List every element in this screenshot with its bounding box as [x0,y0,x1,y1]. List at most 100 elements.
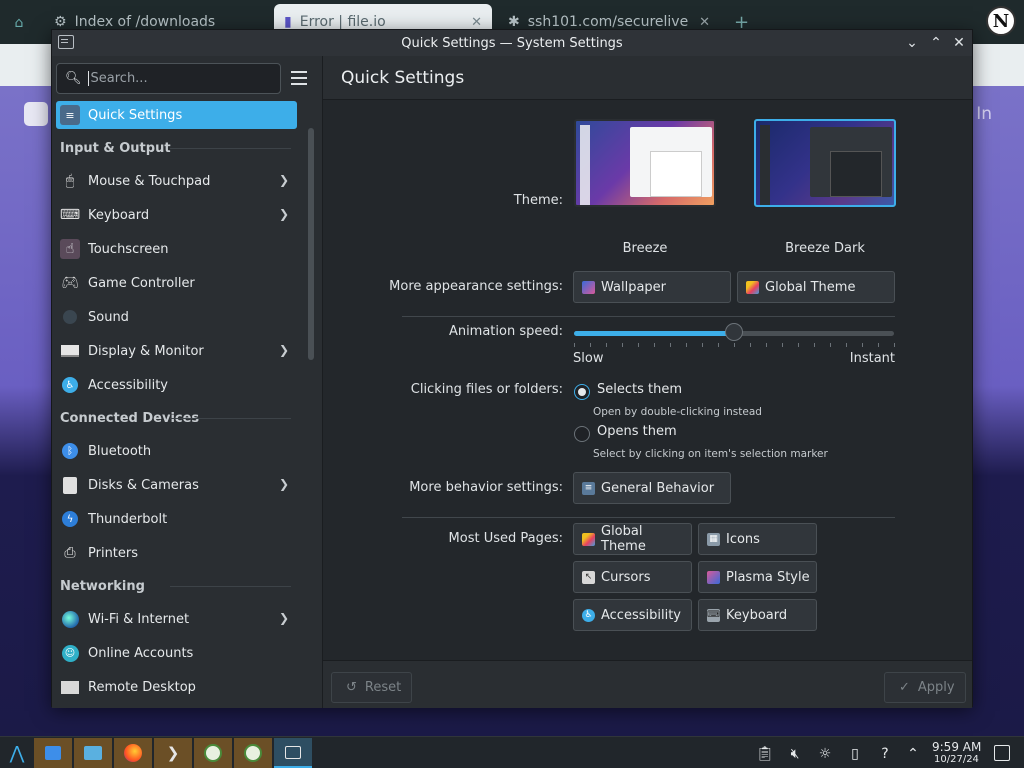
disk-icon [60,475,80,495]
wallpaper-button[interactable]: Wallpaper [573,271,731,303]
animation-speed-label: Animation speed: [448,324,563,339]
section-header-connected-devices: Connected Devices [56,402,297,434]
most-used-global-theme-button[interactable]: Global Theme [573,523,692,555]
maximize-icon[interactable]: ⌃ [926,33,946,53]
search-field[interactable]: 🔍︎ [56,63,281,94]
clock-time[interactable]: 9:59 AM [932,740,981,754]
system-settings-window: Quick Settings — System Settings ⌄ ⌃ ✕ 🔍… [51,29,973,708]
sidebar-item-accessibility[interactable]: ♿︎ Accessibility [56,368,297,402]
clicking-files-label: Clicking files or folders: [410,382,563,397]
sidebar-item-wifi-internet[interactable]: Wi-Fi & Internet ❯ [56,602,297,636]
globe-icon [60,609,80,629]
clock-date[interactable]: 10/27/24 [934,754,979,765]
slider-handle[interactable] [725,323,743,341]
sidebar-item-quick-settings[interactable]: ≡ Quick Settings [56,101,297,129]
globe-icon: ⚙ [54,14,67,30]
search-input[interactable] [87,71,268,86]
hamburger-menu-icon[interactable] [290,69,308,87]
radio-selects-them[interactable] [574,384,590,400]
volume-muted-icon[interactable]: 🔇︎ [786,745,804,763]
close-window-icon[interactable]: ✕ [949,33,969,53]
radio-label-opens-them[interactable]: Opens them [597,424,677,439]
help-icon[interactable]: ? [876,745,894,763]
global-theme-icon [746,280,759,294]
button-label: Global Theme [601,524,646,554]
slider-tick [606,343,607,347]
most-used-plasma-style-button[interactable]: Plasma Style [698,561,817,593]
sidebar: 🔍︎ ≡ Quick Settings Input & Output 🖱︎ Mo… [52,56,322,708]
taskbar-terminal-icon[interactable]: ❯ [154,738,192,768]
slider-tick [766,343,767,347]
button-label: Icons [726,531,760,547]
sidebar-item-display-monitor[interactable]: Display & Monitor ❯ [56,334,297,368]
brightness-icon[interactable]: ☼ [816,745,834,763]
fileio-icon: ▮ [284,14,292,30]
sidebar-item-remote-desktop[interactable]: Remote Desktop [56,670,297,704]
taskbar-app-icon[interactable] [234,738,272,768]
radio-label-selects-them[interactable]: Selects them [597,382,682,397]
chevron-right-icon: ❯ [278,611,289,625]
sidebar-item-online-accounts[interactable]: ☺ Online Accounts [56,636,297,670]
clipboard-icon[interactable]: 📋︎ [756,745,774,763]
taskbar-files-icon[interactable] [74,738,112,768]
close-icon[interactable]: ✕ [471,15,482,30]
usb-device-icon[interactable]: ▯ [846,745,864,763]
sidebar-item-label: Touchscreen [88,241,169,257]
sidebar-item-mouse-touchpad[interactable]: 🖱︎ Mouse & Touchpad ❯ [56,164,297,198]
show-desktop-icon[interactable] [994,745,1010,761]
slider-tick [750,343,751,347]
window-titlebar[interactable]: Quick Settings — System Settings ⌄ ⌃ ✕ [52,30,972,56]
checkmark-icon: ✓ [899,680,910,695]
touchscreen-icon: ☝ [60,239,80,259]
radio-opens-them[interactable] [574,426,590,442]
sidebar-item-printers[interactable]: ⎙ Printers [56,536,297,570]
profile-avatar[interactable]: N [986,6,1016,36]
search-icon: 🔍︎ [65,71,82,86]
accessibility-icon: ♿︎ [60,375,80,395]
chevron-right-icon: ❯ [278,477,289,491]
theme-breeze-dark-thumbnail[interactable] [754,119,896,207]
mouse-icon: 🖱︎ [65,173,75,189]
global-theme-button[interactable]: Global Theme [737,271,895,303]
taskbar: ⋀ ❯ 📋︎ 🔇︎ ☼ ▯ ? ⌃ 9:59 AM 10/27/24 [0,736,1024,768]
general-behavior-button[interactable]: ≡ General Behavior [573,472,731,504]
apply-button[interactable]: ✓ Apply [884,672,966,703]
slider-tick [798,343,799,347]
footer-bar: ↺ Reset ✓ Apply [323,660,972,708]
theme-breeze-thumbnail[interactable] [574,119,716,207]
close-icon[interactable]: ✕ [699,15,710,30]
taskbar-firefox-icon[interactable] [114,738,152,768]
sidebar-item-touchscreen[interactable]: ☝ Touchscreen [56,232,297,266]
minimize-icon[interactable]: ⌄ [902,33,922,53]
animation-speed-slider[interactable] [574,323,894,341]
sidebar-item-keyboard[interactable]: ⌨ Keyboard ❯ [56,198,297,232]
wallpaper-icon [582,280,595,294]
sidebar-item-sound[interactable]: Sound [56,300,297,334]
chevron-up-icon[interactable]: ⌃ [904,745,922,763]
most-used-keyboard-button[interactable]: ⌨ Keyboard [698,599,817,631]
browser-home-icon[interactable]: ⌂ [6,10,32,36]
taskbar-discover-icon[interactable] [34,738,72,768]
app-launcher-icon[interactable]: ⋀ [0,738,34,768]
most-used-icons-button[interactable]: ▦ Icons [698,523,817,555]
most-used-accessibility-button[interactable]: ♿︎ Accessibility [573,599,692,631]
sidebar-item-label: Display & Monitor [88,343,204,359]
sidebar-item-disks-cameras[interactable]: Disks & Cameras ❯ [56,468,297,502]
reset-button[interactable]: ↺ Reset [331,672,412,703]
sidebar-item-game-controller[interactable]: 🎮︎ Game Controller [56,266,297,300]
window-title: Quick Settings — System Settings [401,35,623,51]
browser-tab-title: ssh101.com/securelive/inc [527,14,688,30]
sidebar-item-thunderbolt[interactable]: ϟ Thunderbolt [56,502,297,536]
chevron-right-icon: ❯ [278,207,289,221]
taskbar-system-settings-icon[interactable] [274,738,312,768]
button-label: Global Theme [765,279,856,295]
global-theme-icon [582,532,595,546]
button-label: Wallpaper [601,279,667,295]
taskbar-app-icon[interactable] [194,738,232,768]
most-used-cursors-button[interactable]: ↖ Cursors [573,561,692,593]
sidebar-scrollbar[interactable] [308,128,314,360]
slider-tick [782,343,783,347]
sidebar-item-bluetooth[interactable]: ᛒ Bluetooth [56,434,297,468]
sidebar-item-label: Disks & Cameras [88,477,199,493]
window-menu-icon[interactable] [58,35,74,49]
